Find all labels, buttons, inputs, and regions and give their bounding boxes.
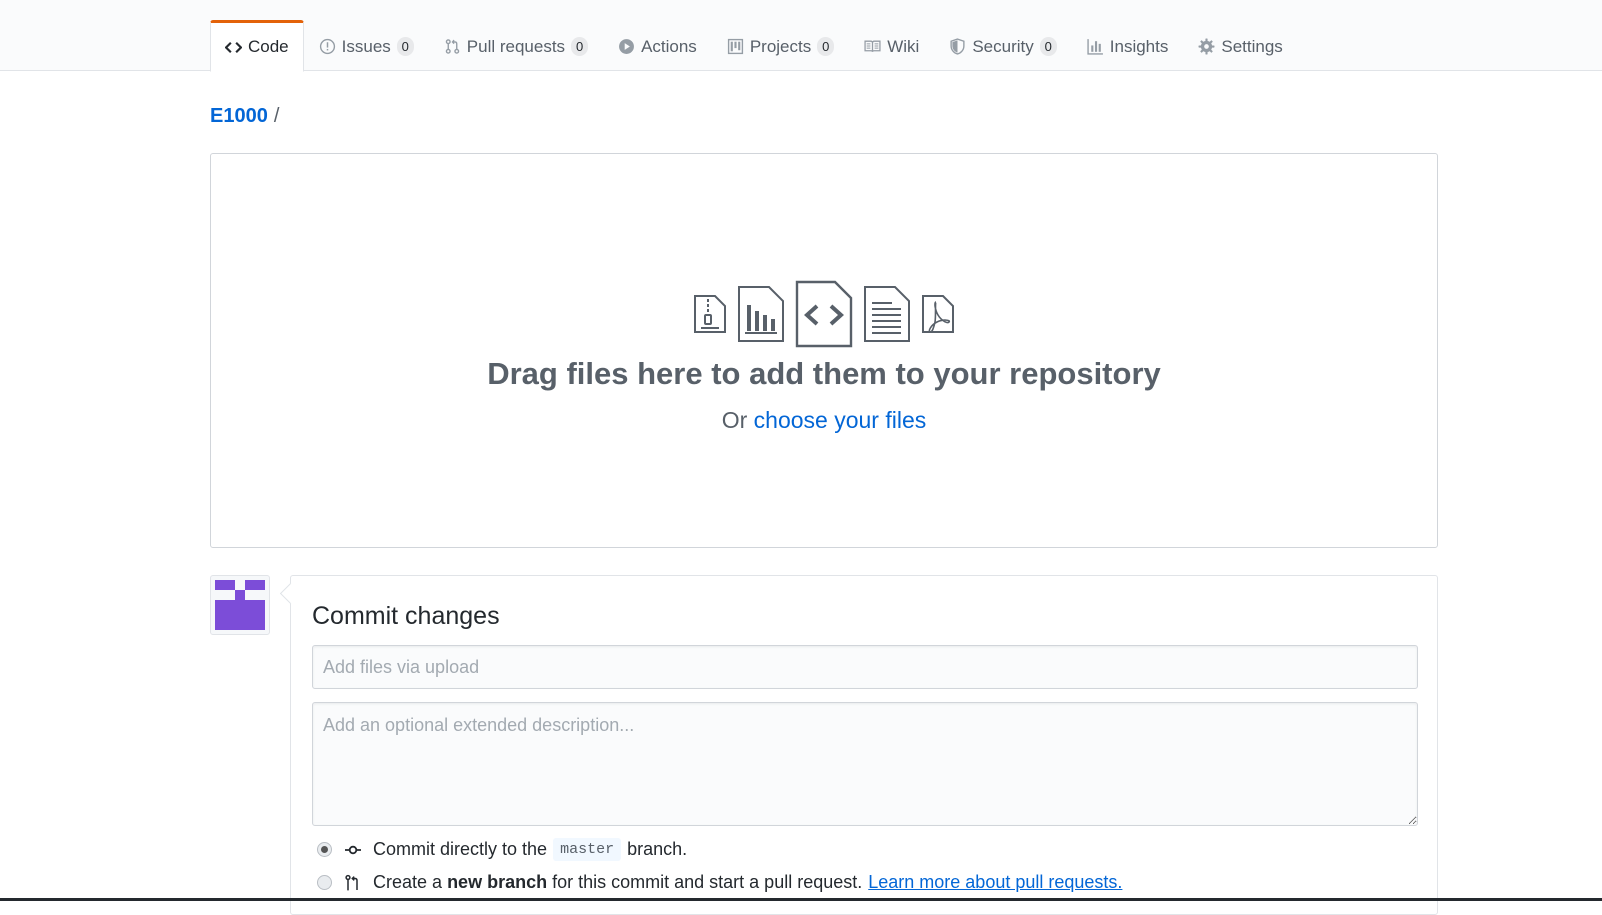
new-branch-suffix: for this commit and start a pull request…: [552, 872, 863, 892]
projects-counter: 0: [817, 37, 835, 56]
git-pull-request-icon: [345, 874, 358, 890]
choose-files-link[interactable]: choose your files: [754, 407, 927, 433]
tab-label: Insights: [1109, 36, 1169, 56]
commit-title: Commit changes: [312, 602, 500, 630]
tab-projects[interactable]: Projects 0: [712, 20, 849, 71]
commit-direct-option[interactable]: Commit directly to the master branch.: [312, 838, 687, 861]
tab-label: Security: [972, 36, 1034, 56]
tab-actions[interactable]: Actions: [603, 20, 712, 71]
git-pull-request-icon: [445, 39, 460, 54]
repo-tabs: Code Issues 0 Pull requests 0 Actions Pr…: [210, 20, 1298, 72]
dropzone-subtitle: Or choose your files: [211, 407, 1437, 434]
tab-code[interactable]: Code: [210, 20, 304, 72]
commit-direct-radio[interactable]: [317, 842, 332, 857]
tab-label: Issues: [341, 36, 391, 56]
tab-label: Settings: [1221, 36, 1283, 56]
tab-label: Pull requests: [466, 36, 566, 56]
breadcrumb-repo-link[interactable]: E1000: [210, 105, 268, 127]
new-branch-bold: new branch: [447, 872, 548, 892]
file-type-icons: [211, 279, 1437, 349]
tab-label: Projects: [749, 36, 812, 56]
identicon: [215, 580, 265, 630]
play-icon: [619, 39, 634, 54]
tab-label: Wiki: [887, 36, 920, 56]
tab-settings[interactable]: Settings: [1183, 20, 1297, 71]
dropzone-title: Drag files here to add them to your repo…: [487, 356, 1161, 391]
git-commit-icon: [345, 845, 361, 854]
tab-label: Actions: [641, 36, 697, 56]
new-branch-prefix: Create a: [373, 872, 443, 892]
commit-direct-suffix: branch.: [627, 839, 688, 859]
tab-wiki[interactable]: Wiki: [849, 20, 934, 71]
commit-form: Commit changes Commit directly to the ma…: [290, 575, 1438, 915]
file-pdf-icon: [922, 295, 954, 333]
commit-description-input[interactable]: [312, 702, 1418, 826]
breadcrumb-separator: /: [273, 105, 280, 127]
file-text-icon: [864, 286, 910, 342]
breadcrumb: E1000/: [210, 105, 279, 128]
avatar[interactable]: [210, 575, 270, 635]
upload-dropzone[interactable]: Drag files here to add them to your repo…: [210, 153, 1438, 548]
file-code-icon: [795, 280, 853, 348]
pull-requests-counter: 0: [571, 37, 589, 56]
learn-more-pull-requests-link[interactable]: Learn more about pull requests.: [868, 872, 1122, 893]
issues-counter: 0: [396, 37, 414, 56]
file-chart-icon: [738, 286, 784, 342]
commit-summary-input[interactable]: [312, 645, 1418, 689]
commit-direct-prefix: Commit directly to the: [373, 839, 548, 859]
book-icon: [864, 40, 881, 52]
file-zip-icon: [694, 295, 726, 333]
tab-pull-requests[interactable]: Pull requests 0: [429, 20, 603, 71]
gear-icon: [1198, 38, 1215, 55]
new-branch-radio[interactable]: [317, 875, 332, 890]
tab-security[interactable]: Security 0: [934, 20, 1071, 71]
project-icon: [727, 38, 743, 55]
graph-icon: [1087, 39, 1103, 55]
dropzone-sub-prefix: Or: [721, 407, 748, 433]
shield-icon: [950, 38, 965, 55]
tab-insights[interactable]: Insights: [1072, 20, 1184, 71]
repo-navigation: Code Issues 0 Pull requests 0 Actions Pr…: [0, 0, 1602, 72]
new-branch-option[interactable]: Create a new branch for this commit and …: [312, 872, 1122, 893]
tab-issues[interactable]: Issues 0: [304, 20, 429, 71]
tab-label: Code: [248, 37, 289, 56]
code-icon: [225, 41, 242, 53]
issue-opened-icon: [319, 38, 335, 55]
security-counter: 0: [1039, 37, 1057, 56]
branch-name: master: [553, 838, 622, 861]
